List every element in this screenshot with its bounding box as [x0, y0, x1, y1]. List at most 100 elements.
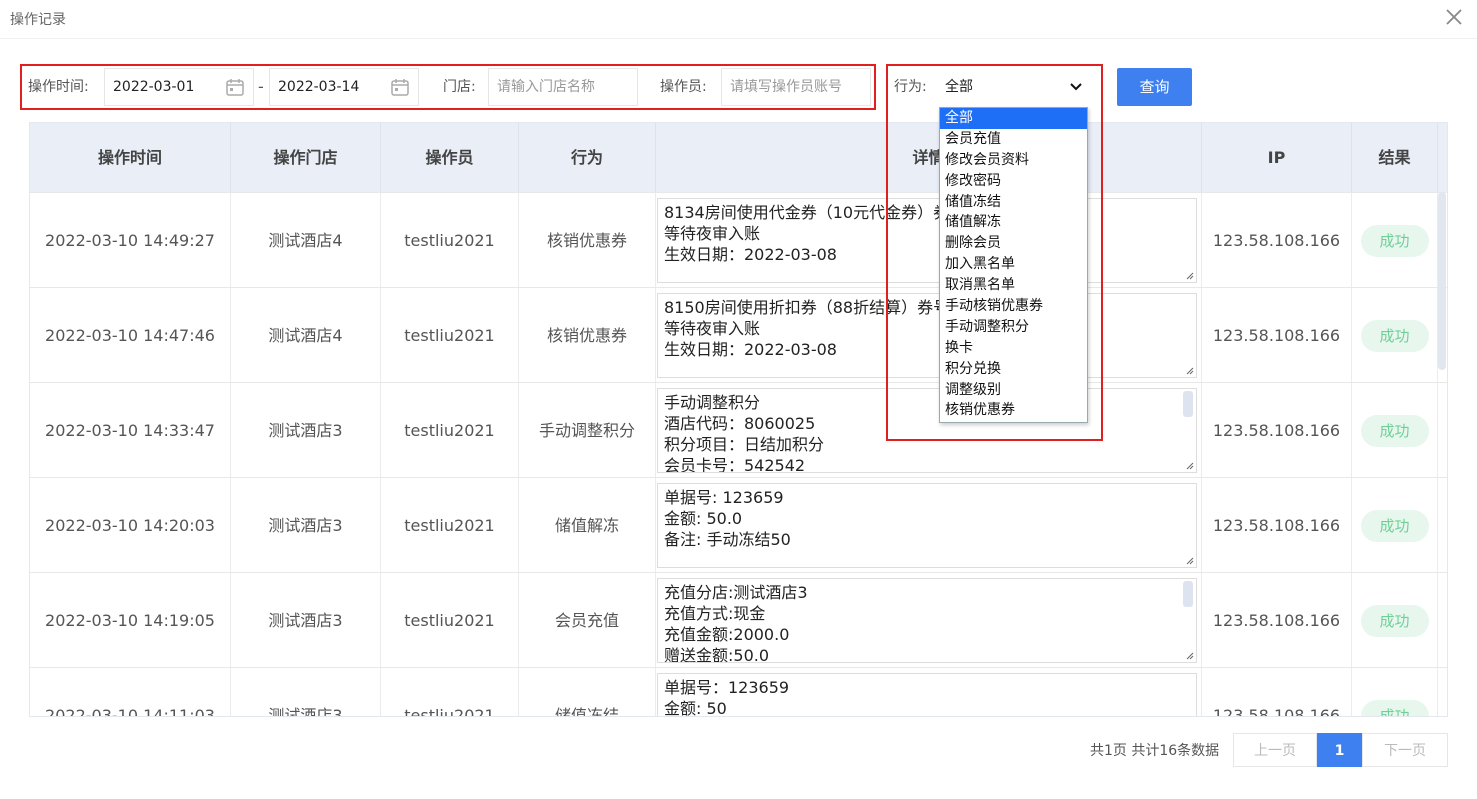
prev-page-button[interactable]: 上一页: [1233, 733, 1317, 767]
dropdown-option[interactable]: 删除会员: [940, 233, 1087, 254]
cell-operator: testliu2021: [381, 383, 519, 478]
cell-time: 2022-03-10 14:19:05: [30, 573, 231, 668]
dropdown-option[interactable]: 修改密码: [940, 171, 1087, 192]
cell-result: 成功: [1352, 193, 1438, 288]
col-action: 行为: [519, 123, 656, 192]
resize-handle-icon[interactable]: [1184, 270, 1194, 280]
cell-action: 核销优惠券: [519, 288, 656, 383]
dropdown-option[interactable]: 加入黑名单: [940, 254, 1087, 275]
dropdown-option[interactable]: 全部: [940, 108, 1087, 129]
dropdown-option[interactable]: 修改会员资料: [940, 150, 1087, 171]
cell-operator: testliu2021: [381, 193, 519, 288]
cell-ip: 123.58.108.166: [1202, 668, 1352, 716]
action-select[interactable]: 全部: [938, 68, 1090, 106]
dropdown-option[interactable]: 储值冻结: [940, 192, 1087, 213]
cell-ip: 123.58.108.166: [1202, 383, 1352, 478]
operator-label: 操作员:: [660, 79, 707, 95]
details-line: 积分项目：日结加积分: [664, 435, 825, 454]
calendar-icon[interactable]: [225, 77, 245, 97]
cell-store: 测试酒店4: [231, 288, 381, 383]
status-badge: 成功: [1360, 510, 1429, 542]
resize-handle-icon[interactable]: [1184, 555, 1194, 565]
time-label: 操作时间:: [28, 79, 89, 95]
action-label: 行为:: [894, 79, 927, 95]
details-line: 会员卡号：542542: [664, 456, 806, 473]
status-badge: 成功: [1360, 320, 1429, 352]
details-line: 充值分店:测试酒店3: [664, 583, 808, 602]
cell-operator: testliu2021: [381, 478, 519, 573]
details-textarea[interactable]: 单据号：123659 金额: 50: [657, 673, 1197, 717]
records-table: 操作时间 操作门店 操作员 行为 详情 IP 结果 2022-03-10 14:…: [29, 122, 1448, 717]
cell-action: 储值解冻: [519, 478, 656, 573]
details-line: 生效日期：2022-03-08: [664, 340, 837, 359]
cell-ip: 123.58.108.166: [1202, 573, 1352, 668]
details-line: 金额: 50: [664, 699, 727, 717]
cell-result: 成功: [1352, 573, 1438, 668]
details-textarea[interactable]: 充值分店:测试酒店3 充值方式:现金 充值金额:2000.0 赠送金额:50.0: [657, 578, 1197, 663]
details-line: 等待夜审入账: [664, 319, 761, 338]
dropdown-option[interactable]: 积分兑换: [940, 359, 1087, 380]
status-badge: 成功: [1360, 415, 1429, 447]
dialog-header: 操作记录: [0, 0, 1477, 39]
details-scrollbar[interactable]: [1183, 391, 1193, 417]
store-input[interactable]: 请输入门店名称: [488, 68, 638, 106]
query-button[interactable]: 查询: [1117, 68, 1192, 106]
details-scrollbar[interactable]: [1183, 581, 1193, 607]
cell-store: 测试酒店3: [231, 573, 381, 668]
details-line: 备注: 手动冻结50: [664, 530, 791, 549]
cell-result: 成功: [1352, 288, 1438, 383]
details-line: 充值方式:现金: [664, 604, 766, 623]
cell-store: 测试酒店3: [231, 383, 381, 478]
table-scrollbar[interactable]: [1438, 192, 1446, 370]
dropdown-option[interactable]: 取消黑名单: [940, 275, 1087, 296]
cell-operator: testliu2021: [381, 288, 519, 383]
cell-result: 成功: [1352, 478, 1438, 573]
table-row: 2022-03-10 14:49:27 测试酒店4 testliu2021 核销优惠券…: [30, 192, 1447, 288]
details-line: 手动调整积分: [664, 393, 761, 412]
status-badge: 成功: [1360, 605, 1429, 637]
resize-handle-icon[interactable]: [1184, 365, 1194, 375]
col-result: 结果: [1352, 123, 1438, 192]
cell-time: 2022-03-10 14:20:03: [30, 478, 231, 573]
dropdown-option[interactable]: 储值解冻: [940, 212, 1087, 233]
resize-handle-icon[interactable]: [1184, 460, 1194, 470]
cell-ip: 123.58.108.166: [1202, 478, 1352, 573]
details-line: 8134房间使用代金券（10元代金券）券号: [664, 203, 966, 222]
page-1-button[interactable]: 1: [1317, 733, 1362, 767]
dropdown-option[interactable]: 会员充值: [940, 129, 1087, 150]
cell-time: 2022-03-10 14:33:47: [30, 383, 231, 478]
details-textarea[interactable]: 8134房间使用代金券（10元代金券）券号 等待夜审入账 生效日期：2022-03-…: [657, 198, 1197, 283]
next-page-button[interactable]: 下一页: [1362, 733, 1448, 767]
dropdown-option[interactable]: 手动调整积分: [940, 317, 1087, 338]
details-line: 单据号: 123659: [664, 488, 784, 507]
operator-input[interactable]: 请填写操作员账号: [721, 68, 871, 106]
table-row: 2022-03-10 14:33:47 测试酒店3 testliu2021 手动调整积…: [30, 382, 1447, 478]
cell-operator: testliu2021: [381, 573, 519, 668]
cell-ip: 123.58.108.166: [1202, 193, 1352, 288]
details-line: 赠送金额:50.0: [664, 646, 770, 663]
details-textarea[interactable]: 手动调整积分酒店代码：8060025 积分项目：日结加积分 会员卡号：542542: [657, 388, 1197, 473]
dropdown-option[interactable]: 换卡: [940, 338, 1087, 359]
col-ip: IP: [1202, 123, 1352, 192]
action-dropdown-list: 全部 会员充值 修改会员资料 修改密码 储值冻结 储值解冻 删除会员 加入黑名单 取消黑名单 手动…: [939, 107, 1088, 423]
status-badge: 成功: [1360, 700, 1429, 716]
action-select-value: 全部: [945, 79, 973, 95]
chevron-down-icon: [1070, 83, 1082, 91]
dropdown-option[interactable]: 调整级别: [940, 380, 1087, 401]
dropdown-option[interactable]: 核销优惠券: [940, 400, 1087, 421]
details-line: 生效日期：2022-03-08: [664, 245, 837, 264]
dialog-title: 操作记录: [10, 12, 66, 28]
pagination-summary: 共1页 共计16条数据: [1090, 743, 1220, 759]
cell-ip: 123.58.108.166: [1202, 288, 1352, 383]
details-textarea[interactable]: 8150房间使用折扣券（88折结算）券号 等待夜审入账 生效日期：2022-03-0…: [657, 293, 1197, 378]
details-textarea[interactable]: 单据号: 123659 金额: 50.0 备注: 手动冻结50: [657, 483, 1197, 568]
cell-action: 会员充值: [519, 573, 656, 668]
resize-handle-icon[interactable]: [1184, 650, 1194, 660]
cell-action: 储值冻结: [519, 668, 656, 716]
dropdown-option[interactable]: 手动核销优惠券: [940, 296, 1087, 317]
details-line: 酒店代码：8060025: [664, 414, 816, 433]
calendar-icon[interactable]: [390, 77, 410, 97]
table-row: 2022-03-10 14:47:46 测试酒店4 testliu2021 核销优惠券…: [30, 287, 1447, 383]
close-icon[interactable]: [1443, 6, 1465, 28]
cell-time: 2022-03-10 14:11:03: [30, 668, 231, 716]
